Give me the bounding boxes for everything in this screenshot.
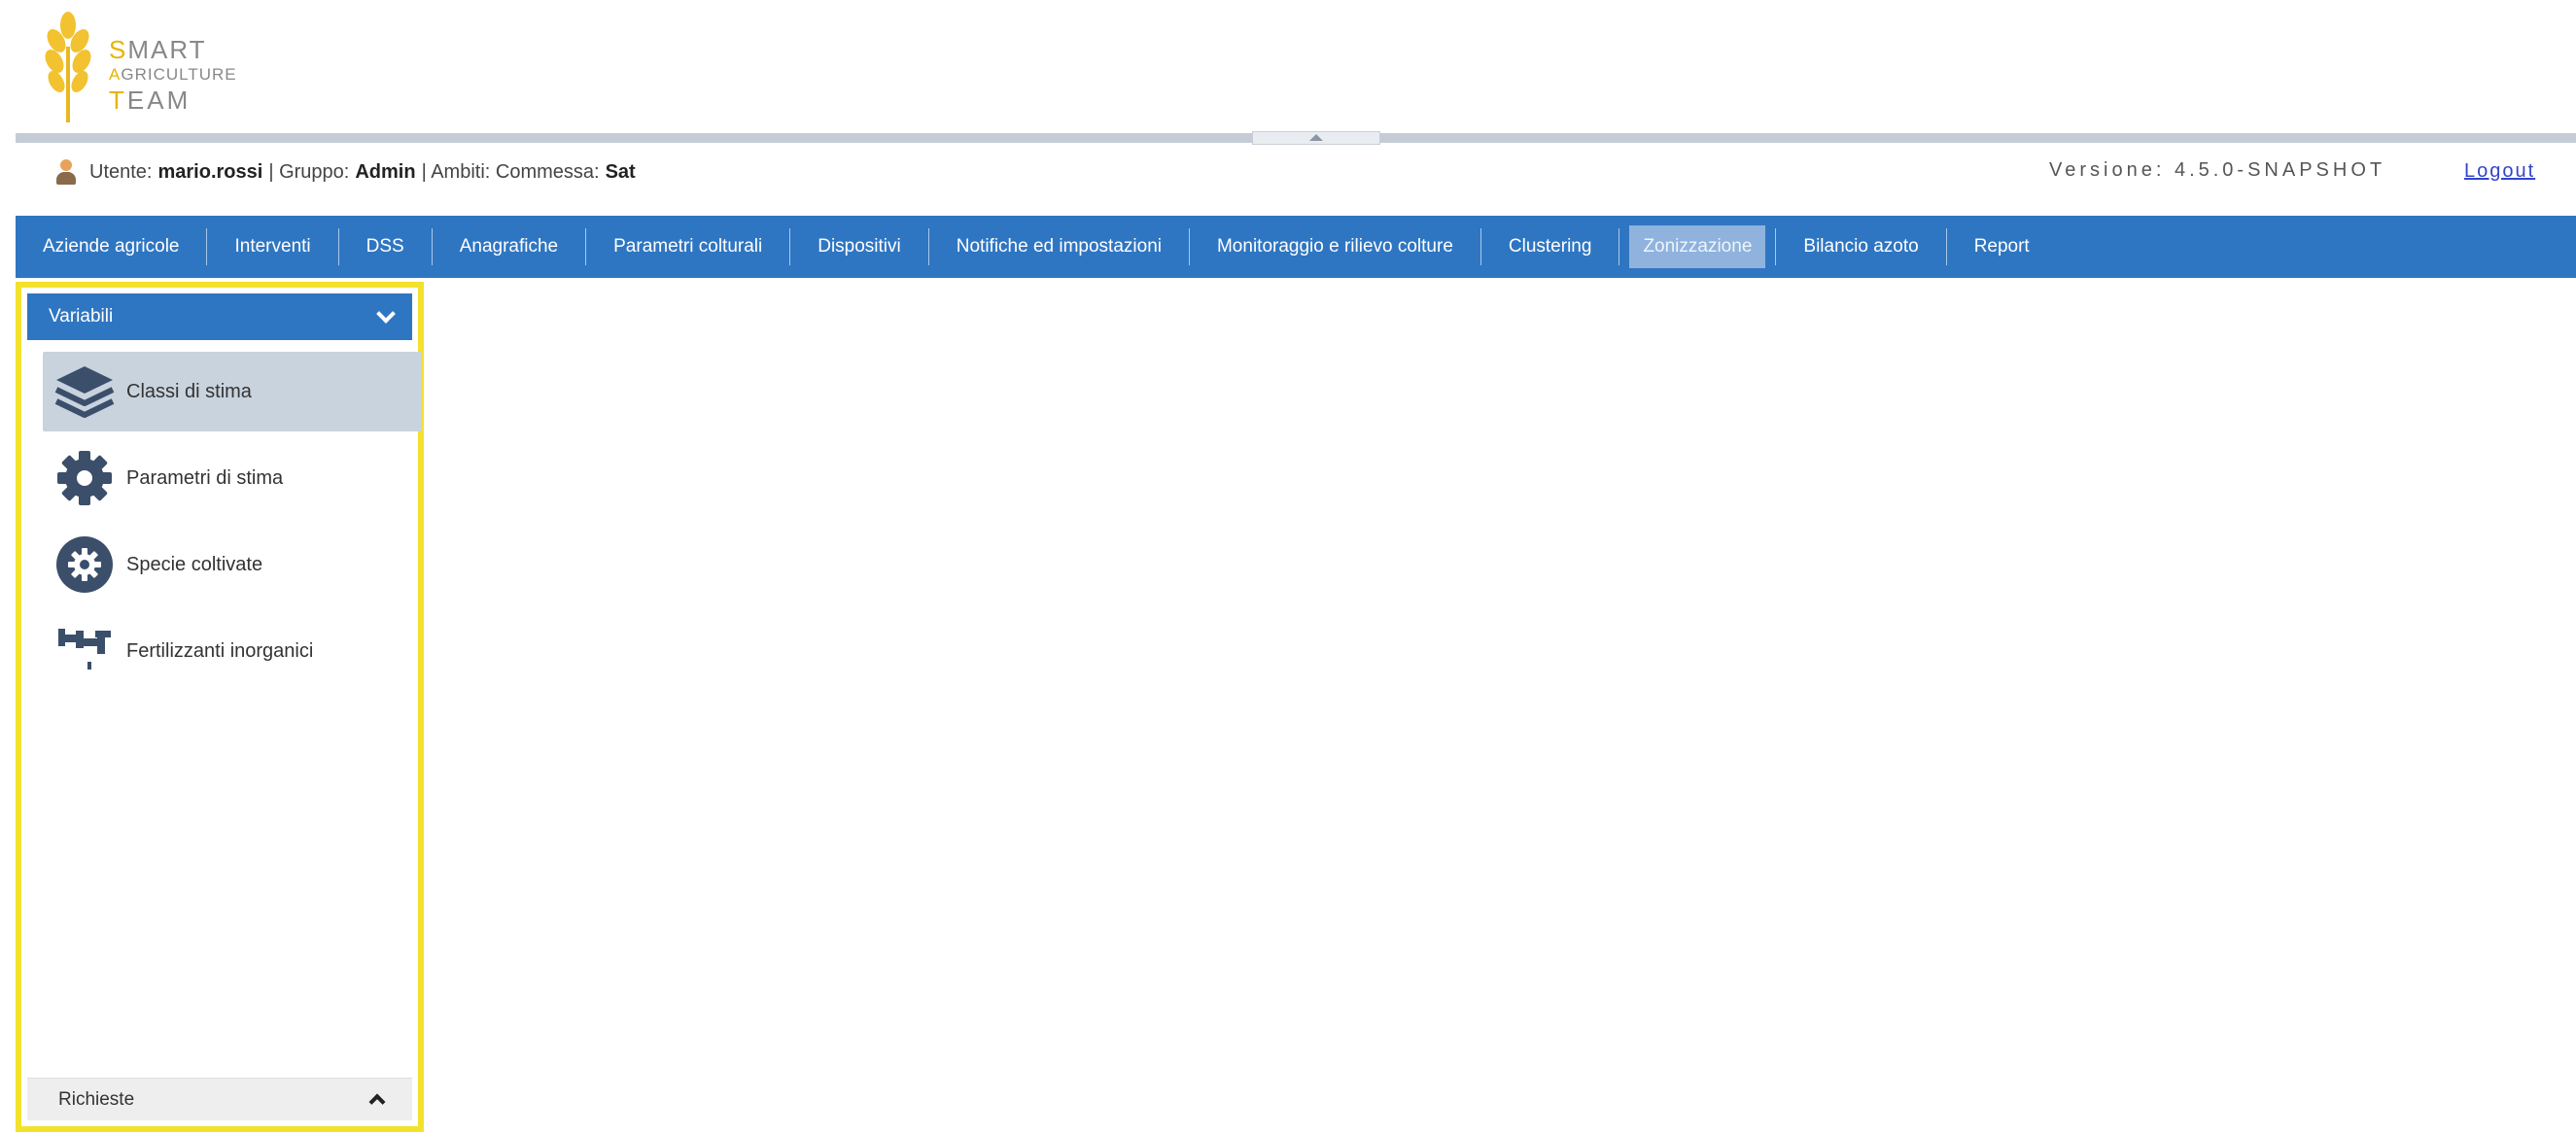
sidebar-footer-label: Richieste (58, 1088, 135, 1110)
group-value: Admin (355, 160, 416, 183)
sidebar-item-specie-coltivate[interactable]: Specie coltivate (43, 525, 422, 604)
app-logo: SMART AGRICULTURE TEAM (29, 8, 243, 124)
sidebar-item-label: Classi di stima (126, 380, 252, 402)
main-navbar: Aziende agricole Interventi DSS Anagrafi… (16, 216, 2576, 278)
user-label: Utente: (89, 160, 153, 183)
nav-aziende-agricole[interactable]: Aziende agricole (16, 216, 206, 278)
brand-word: GRICULTURE (121, 65, 237, 84)
username: mario.rossi (157, 160, 263, 183)
sidebar-header-variabili[interactable]: Variabili (27, 293, 412, 340)
sidebar-item-classi-di-stima[interactable]: Classi di stima (43, 352, 422, 431)
nav-monitoraggio[interactable]: Monitoraggio e rilievo colture (1190, 216, 1480, 278)
nav-dispositivi[interactable]: Dispositivi (790, 216, 928, 278)
nav-bilancio-azoto[interactable]: Bilancio azoto (1776, 216, 1945, 278)
pipes-icon (51, 617, 119, 685)
plant-gear-icon (51, 531, 119, 599)
nav-parametri-colturali[interactable]: Parametri colturali (586, 216, 789, 278)
layers-icon (51, 358, 119, 426)
nav-zonizzazione[interactable]: Zonizzazione (1629, 225, 1766, 268)
nav-dss[interactable]: DSS (339, 216, 432, 278)
brand-name: SMART AGRICULTURE TEAM (109, 35, 237, 115)
sidebar-item-parametri-di-stima[interactable]: Parametri di stima (43, 438, 422, 518)
brand-word: MART (127, 35, 207, 64)
brand-initial: A (109, 65, 122, 84)
nav-report[interactable]: Report (1947, 216, 2057, 278)
nav-interventi[interactable]: Interventi (207, 216, 337, 278)
version-label: Versione: 4.5.0-SNAPSHOT (2049, 159, 2386, 181)
sidebar-item-label: Parametri di stima (126, 466, 284, 489)
nav-anagrafiche[interactable]: Anagrafiche (433, 216, 585, 278)
user-icon (54, 158, 78, 186)
brand-initial: T (109, 86, 127, 115)
sidebar-panel: Variabili Classi di stima Parametri di s… (16, 282, 424, 1132)
logout-link[interactable]: Logout (2464, 160, 2535, 183)
chevron-down-icon (376, 304, 396, 324)
group-label: | Gruppo: (268, 160, 350, 183)
gear-icon (51, 444, 119, 512)
scope-label: | Ambiti: Commessa: (421, 160, 600, 183)
sidebar-header-label: Variabili (49, 306, 114, 326)
brand-initial: S (109, 35, 128, 64)
chevron-up-icon (368, 1093, 386, 1111)
nav-notifiche[interactable]: Notifiche ed impostazioni (929, 216, 1189, 278)
wheat-logo-icon (45, 12, 91, 122)
nav-clustering[interactable]: Clustering (1481, 216, 1619, 278)
sidebar-item-fertilizzanti-inorganici[interactable]: Fertilizzanti inorganici (43, 611, 422, 691)
brand-word: EAM (126, 86, 191, 115)
sidebar-footer-richieste[interactable]: Richieste (27, 1078, 412, 1120)
sidebar-item-label: Specie coltivate (126, 553, 263, 575)
user-info-bar: Utente: mario.rossi | Gruppo: Admin | Am… (54, 158, 636, 186)
splitter-collapse-handle[interactable] (1252, 131, 1380, 145)
collapse-arrow-icon (1309, 134, 1323, 141)
sidebar-item-label: Fertilizzanti inorganici (126, 639, 314, 662)
scope-value: Sat (605, 160, 636, 183)
